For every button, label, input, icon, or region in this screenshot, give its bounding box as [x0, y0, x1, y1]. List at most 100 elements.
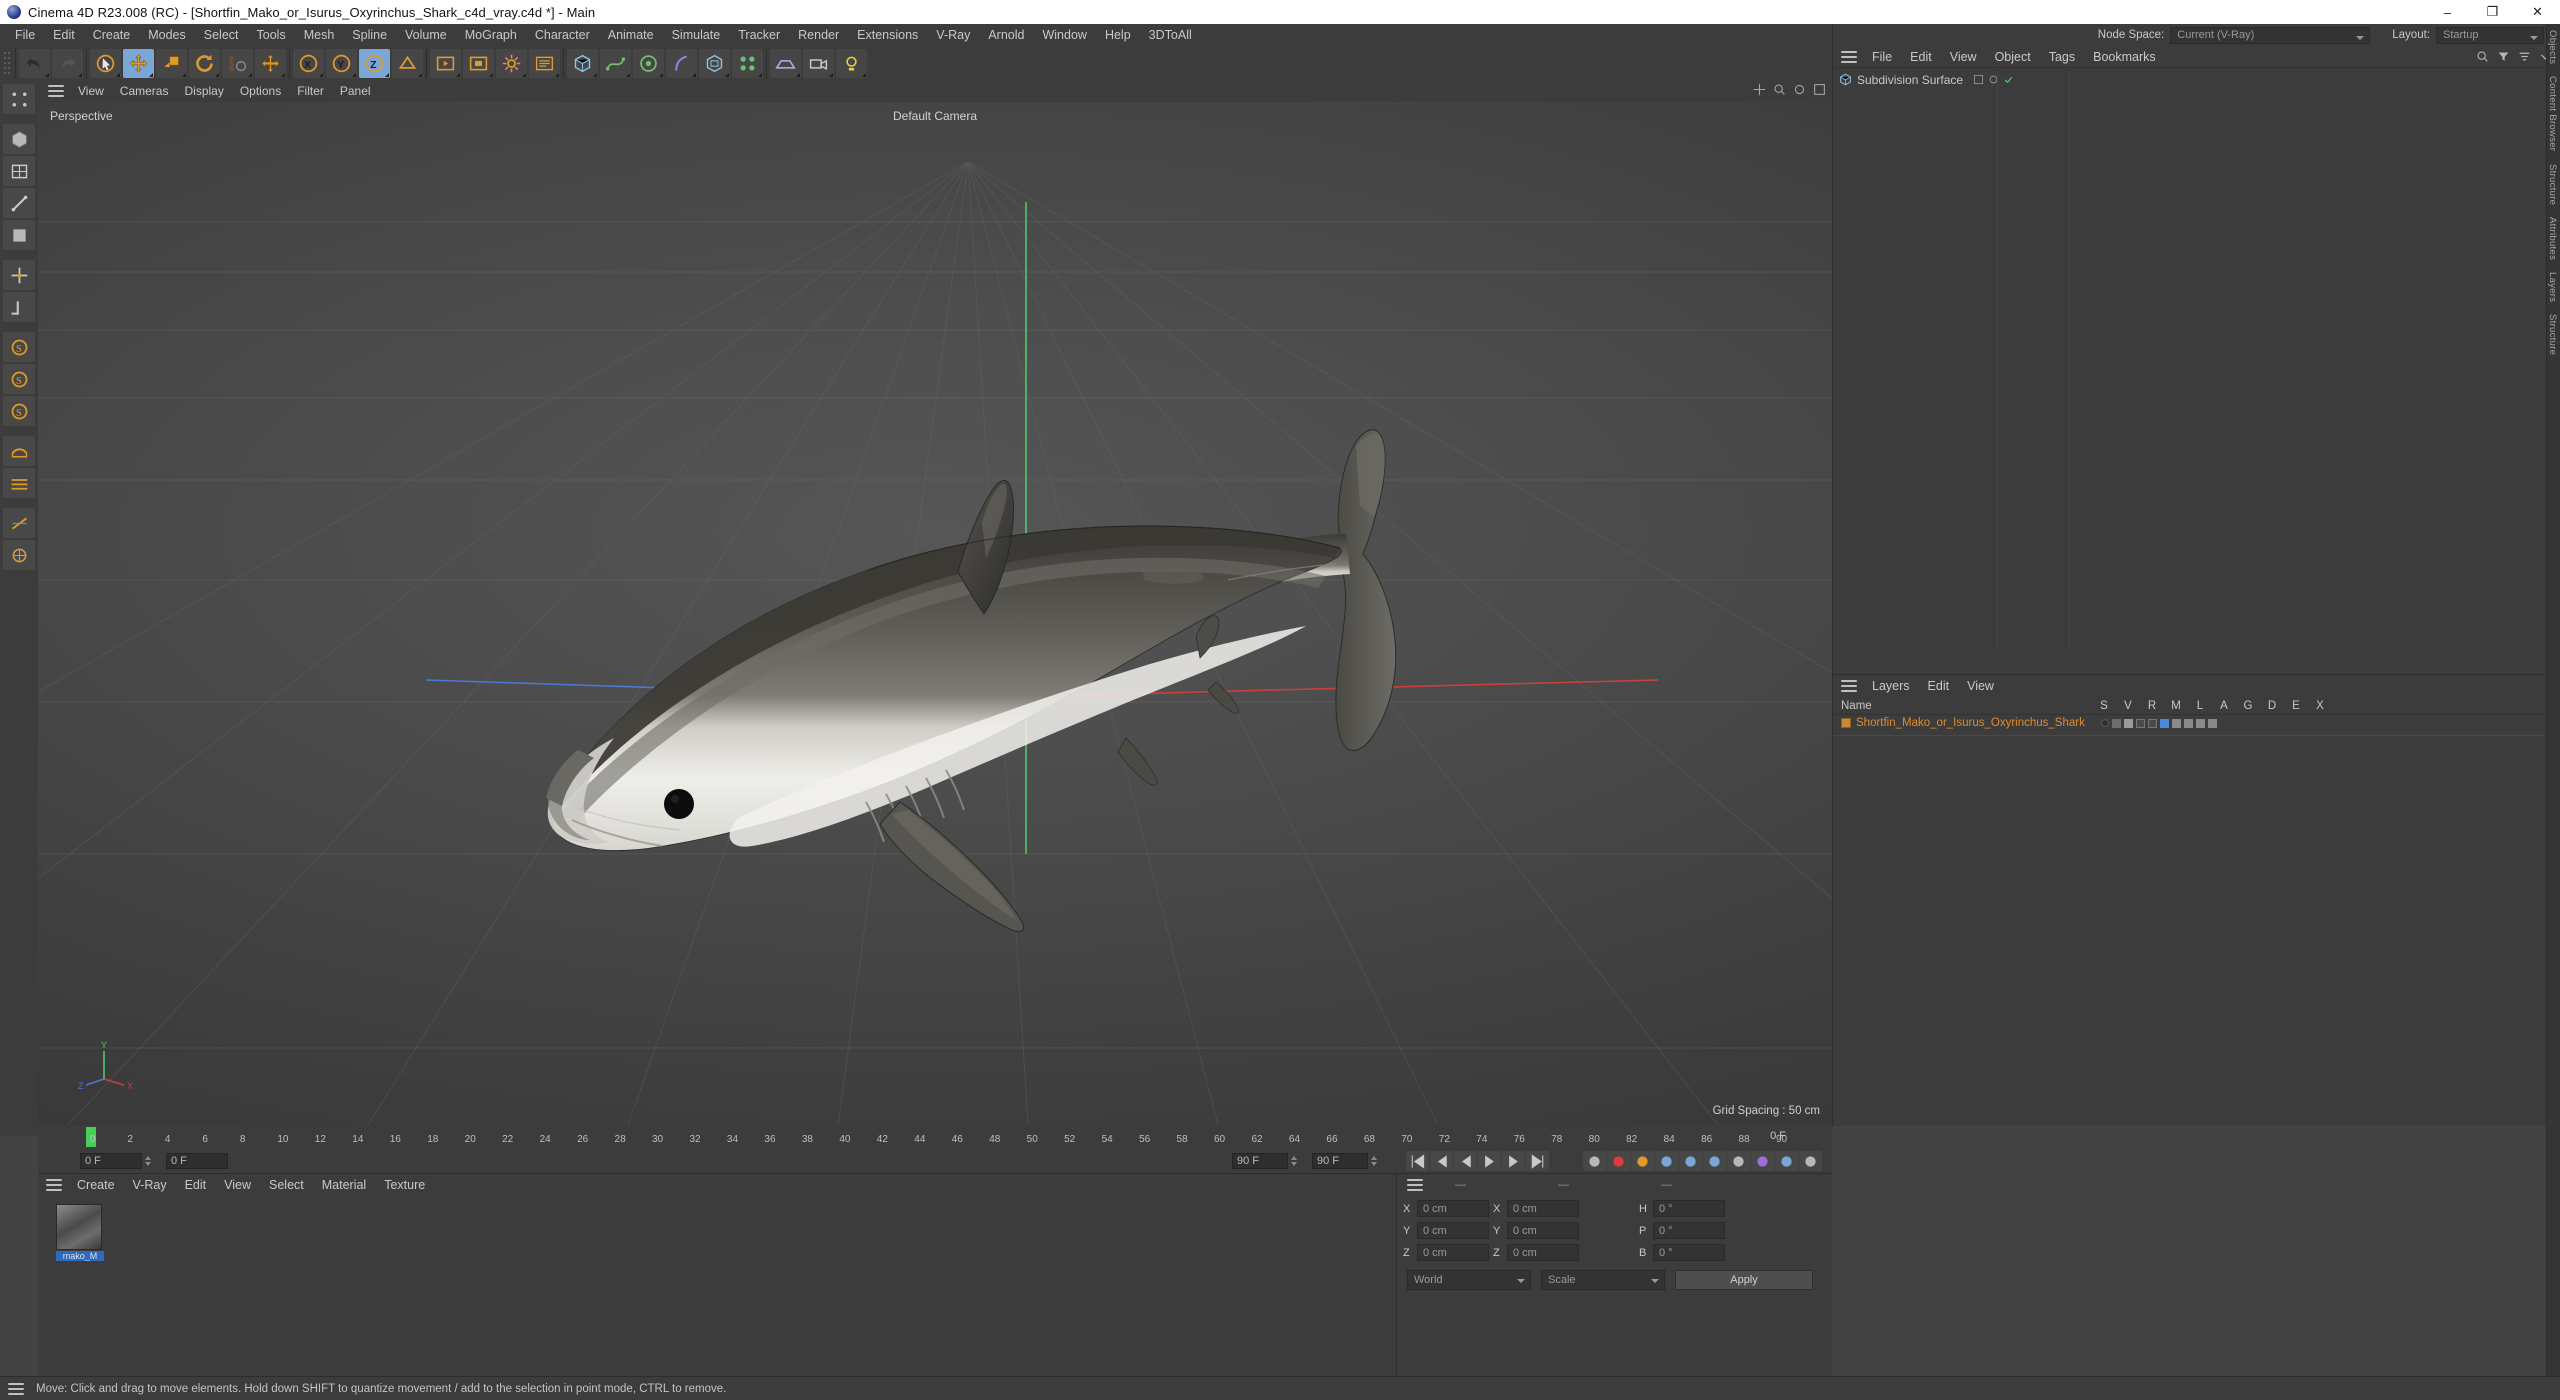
dropdown-corner-icon[interactable] — [522, 72, 526, 77]
preview-end-spinner[interactable] — [1370, 1153, 1378, 1169]
menu-item-mesh[interactable]: Mesh — [295, 25, 344, 45]
material-menu-edit[interactable]: Edit — [176, 1175, 216, 1195]
dropdown-corner-icon[interactable] — [862, 72, 866, 77]
dropdown-corner-icon[interactable] — [626, 72, 630, 77]
polygon-mode-icon[interactable] — [3, 220, 35, 250]
layer-animation-toggle[interactable] — [2160, 718, 2169, 728]
coord-position-x[interactable]: X 0 cm — [1403, 1200, 1493, 1217]
camera-object-icon[interactable] — [803, 48, 834, 78]
keyframe-mode-icon[interactable] — [1775, 1151, 1798, 1171]
quantize-snap-icon[interactable]: S — [3, 364, 35, 394]
coord-rotation-h[interactable]: H 0 ° — [1639, 1200, 1839, 1217]
render-queue-icon[interactable] — [529, 48, 560, 78]
layer-manager-menu-icon[interactable] — [1841, 680, 1857, 692]
layer-visible-toggle[interactable] — [2112, 718, 2121, 728]
material-thumbnail[interactable] — [56, 1204, 102, 1250]
autokey-icon[interactable] — [1607, 1151, 1630, 1171]
menu-item-tracker[interactable]: Tracker — [729, 25, 789, 45]
z-axis-lock-icon[interactable]: Z — [359, 48, 390, 78]
coord-input-p[interactable]: 0 ° — [1653, 1222, 1725, 1239]
dropdown-corner-icon[interactable] — [78, 72, 82, 77]
dropdown-corner-icon[interactable] — [45, 72, 49, 77]
preview-end-field[interactable]: 90 F — [1312, 1153, 1368, 1169]
coord-rotation-p[interactable]: P 0 ° — [1639, 1222, 1839, 1239]
layer-color-swatch[interactable] — [1841, 718, 1851, 728]
dropdown-corner-icon[interactable] — [385, 72, 389, 77]
frame-end-field[interactable]: 90 F — [1232, 1153, 1288, 1169]
live-selection-icon[interactable] — [90, 48, 121, 78]
material-menu-select[interactable]: Select — [260, 1175, 313, 1195]
menu-item-v-ray[interactable]: V-Ray — [927, 25, 979, 45]
parameter-key-icon[interactable] — [1727, 1151, 1750, 1171]
record-active-objects-icon[interactable] — [1583, 1151, 1606, 1171]
viewport-pan-icon[interactable] — [1753, 83, 1766, 96]
object-tree[interactable]: Subdivision Surface — [1833, 71, 2560, 651]
minimize-button[interactable]: – — [2425, 0, 2470, 24]
dropdown-corner-icon[interactable] — [489, 72, 493, 77]
vertical-tab-objects-0[interactable]: Objects — [2547, 24, 2558, 70]
menu-item-volume[interactable]: Volume — [396, 25, 456, 45]
animation-layer-icon[interactable] — [1799, 1151, 1822, 1171]
coord-position-z[interactable]: Z 0 cm — [1403, 1244, 1493, 1261]
object-search-icon[interactable] — [2476, 50, 2489, 63]
coord-input-sx[interactable]: 0 cm — [1507, 1200, 1579, 1217]
deformer-cage-icon[interactable] — [3, 508, 35, 538]
position-key-icon[interactable] — [1655, 1151, 1678, 1171]
layer-deformer-toggle[interactable] — [2184, 718, 2193, 728]
apply-button[interactable]: Apply — [1675, 1270, 1813, 1290]
point-level-animation-icon[interactable] — [1751, 1151, 1774, 1171]
redo-arrow-icon[interactable] — [52, 48, 83, 78]
skip-start-icon[interactable] — [1406, 1151, 1429, 1171]
object-menu-file[interactable]: File — [1863, 47, 1901, 67]
snap-magnet-icon[interactable]: S — [3, 332, 35, 362]
coord-input-sy[interactable]: 0 cm — [1507, 1222, 1579, 1239]
dropdown-corner-icon[interactable] — [593, 72, 597, 77]
dropdown-corner-icon[interactable] — [248, 72, 252, 77]
viewport-menu-filter[interactable]: Filter — [289, 82, 332, 100]
viewport-menu-icon[interactable] — [48, 85, 64, 97]
layer-lock-toggle[interactable] — [2148, 718, 2157, 728]
rotation-key-icon[interactable] — [1679, 1151, 1702, 1171]
render-view-icon[interactable] — [430, 48, 461, 78]
dropdown-corner-icon[interactable] — [116, 72, 120, 77]
object-visibility-icon[interactable] — [1973, 74, 1984, 85]
coordinates-menu-icon[interactable] — [1407, 1179, 1423, 1191]
dropdown-corner-icon[interactable] — [725, 72, 729, 77]
menu-item-tools[interactable]: Tools — [248, 25, 295, 45]
menu-item-spline[interactable]: Spline — [343, 25, 396, 45]
menu-item-create[interactable]: Create — [84, 25, 140, 45]
menu-item-simulate[interactable]: Simulate — [663, 25, 730, 45]
dropdown-corner-icon[interactable] — [758, 72, 762, 77]
keyframe-selection-icon[interactable] — [1631, 1151, 1654, 1171]
coord-size-z[interactable]: Z 0 cm — [1493, 1244, 1639, 1261]
material-menu-texture[interactable]: Texture — [375, 1175, 434, 1195]
material-item[interactable]: mako_M — [56, 1204, 104, 1261]
maximize-button[interactable]: ❐ — [2470, 0, 2515, 24]
layer-manager-toggle[interactable] — [2136, 718, 2145, 728]
object-check-icon[interactable] — [2003, 74, 2014, 85]
render-region-icon[interactable] — [463, 48, 494, 78]
viewport-menu-options[interactable]: Options — [232, 82, 289, 100]
vertical-tab-layers-4[interactable]: Layers — [2547, 266, 2558, 308]
toolbar-grip[interactable] — [3, 50, 12, 76]
layer-render-toggle[interactable] — [2124, 718, 2133, 728]
render-settings-icon[interactable] — [496, 48, 527, 78]
dropdown-corner-icon[interactable] — [215, 72, 219, 77]
viewport-menu-view[interactable]: View — [70, 82, 112, 100]
array-generator-icon[interactable] — [633, 48, 664, 78]
coord-input-px[interactable]: 0 cm — [1417, 1200, 1489, 1217]
status-menu-icon[interactable] — [8, 1382, 24, 1395]
viewport-solo-icon[interactable] — [3, 436, 35, 466]
dropdown-corner-icon[interactable] — [182, 72, 186, 77]
vertical-tab-content-browser-1[interactable]: Content Browser — [2547, 70, 2558, 157]
dropdown-corner-icon[interactable] — [281, 72, 285, 77]
floor-object-icon[interactable] — [770, 48, 801, 78]
coord-position-y[interactable]: Y 0 cm — [1403, 1222, 1493, 1239]
material-list[interactable]: mako_M — [38, 1196, 1396, 1374]
close-button[interactable]: ✕ — [2515, 0, 2560, 24]
layout-grid-icon[interactable] — [3, 468, 35, 498]
step-forward-icon[interactable] — [1502, 1151, 1525, 1171]
play-icon[interactable] — [1478, 1151, 1501, 1171]
coord-input-h[interactable]: 0 ° — [1653, 1200, 1725, 1217]
material-menu-create[interactable]: Create — [68, 1175, 124, 1195]
